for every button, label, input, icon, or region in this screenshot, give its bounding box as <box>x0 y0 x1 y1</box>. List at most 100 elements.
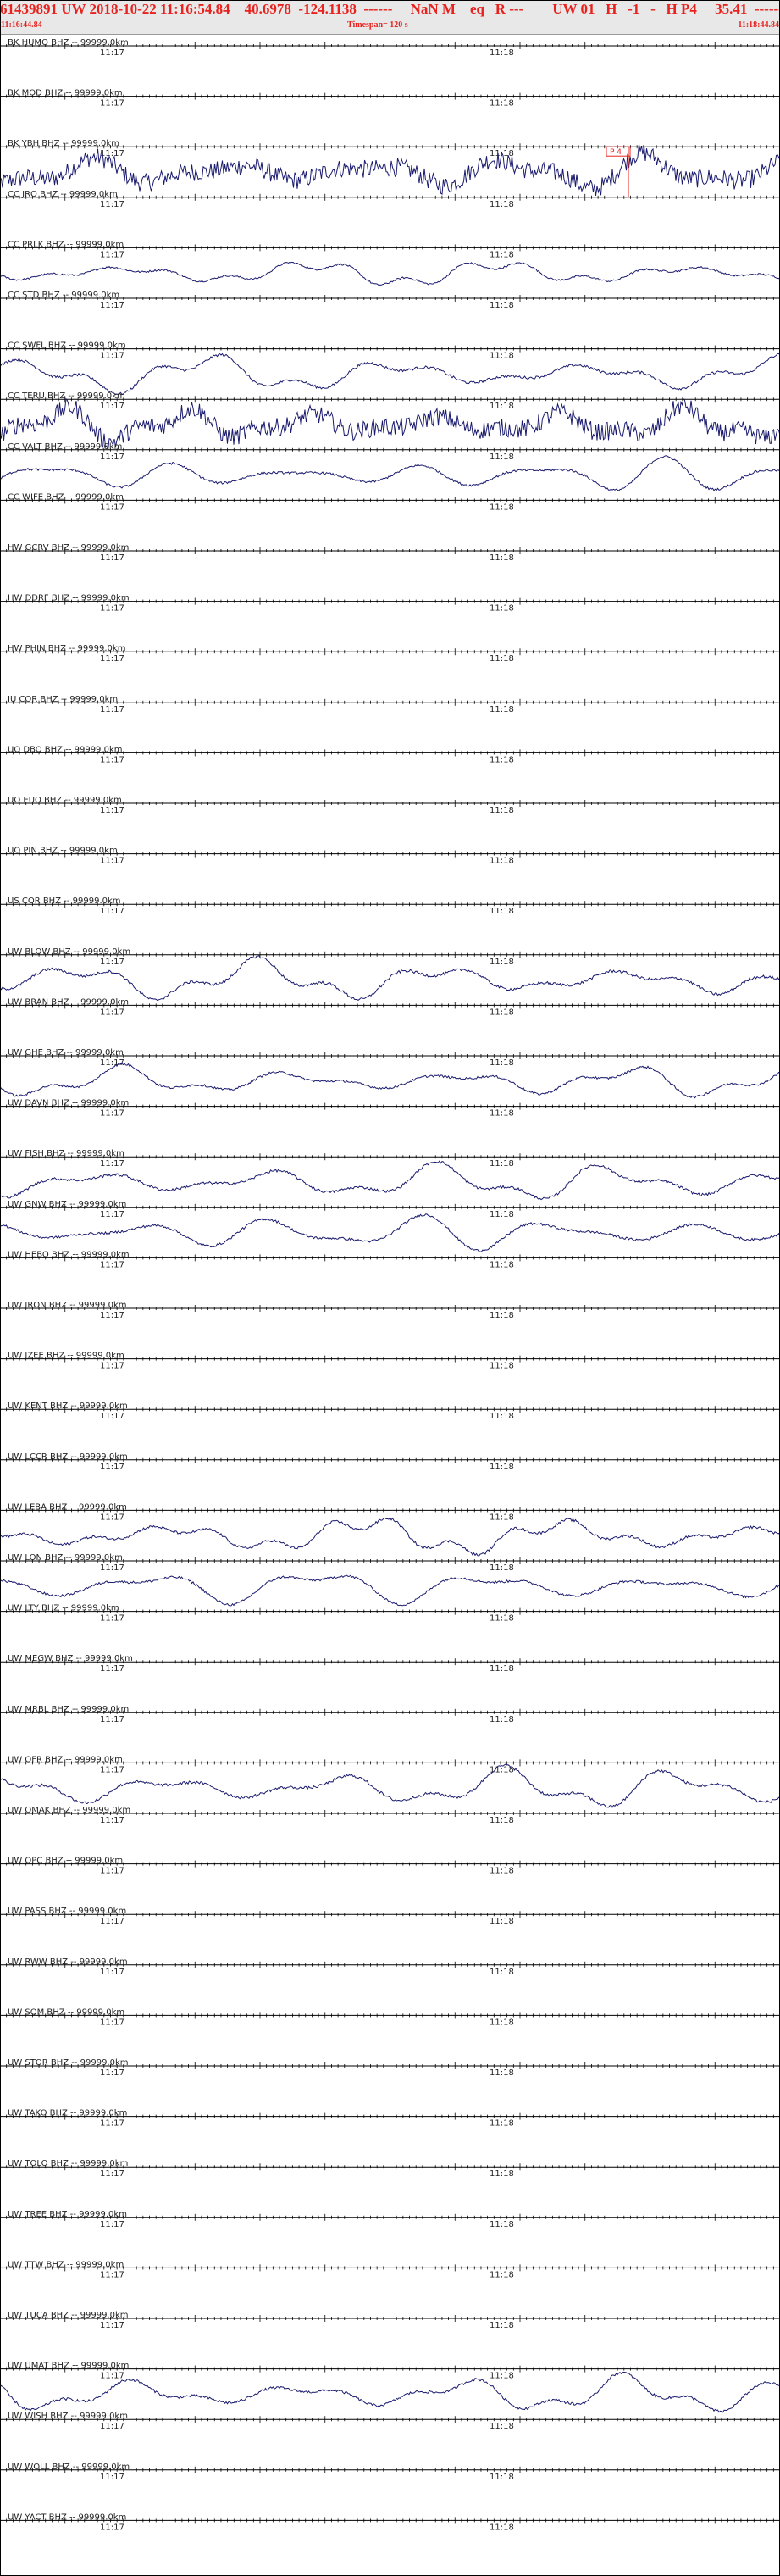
channel-label: UW GNW BHZ -- 99999.0km <box>8 1200 126 1209</box>
tick-label-11-17: 11:17 <box>100 1210 124 1219</box>
channel-label: UW MEGW BHZ -- 99999.0km <box>8 1654 133 1663</box>
channel-label: BK HUMO BHZ -- 99999.0km <box>8 38 129 47</box>
event-title: 61439891 UW 2018-10-22 11:16:54.84 40.69… <box>0 1 780 17</box>
tick-label-11-17: 11:17 <box>100 200 124 209</box>
channel-label: UW LEBA BHZ -- 99999.0km <box>8 1502 127 1512</box>
channel-label: CC JRO BHZ -- 99999.0km <box>8 190 118 199</box>
tick-label-11-18: 11:18 <box>490 1210 514 1219</box>
tick-label-11-17: 11:17 <box>100 301 124 310</box>
tick-label-11-17: 11:17 <box>100 1968 124 1977</box>
tick-label-11-18: 11:18 <box>490 1664 514 1674</box>
tick-label-11-18: 11:18 <box>490 553 514 563</box>
tick-label-11-18: 11:18 <box>490 1109 514 1119</box>
tick-label-11-17: 11:17 <box>100 1109 124 1119</box>
channel-label: UO EUO BHZ -- 99999.0km <box>8 796 122 805</box>
tick-label-11-18: 11:18 <box>490 1816 514 1825</box>
tick-label-11-17: 11:17 <box>100 99 124 108</box>
tick-label-11-17: 11:17 <box>100 1058 124 1068</box>
tick-label-11-17: 11:17 <box>100 1362 124 1371</box>
channel-label: UO PIN BHZ -- 99999.0km <box>8 847 118 856</box>
channel-label: UW FISH BHZ -- 99999.0km <box>8 1149 124 1158</box>
tick-label-11-17: 11:17 <box>100 1008 124 1017</box>
waveform-trace <box>0 1063 780 1099</box>
channel-label: CC SWFL BHZ -- 99999.0km <box>8 341 126 351</box>
waveform-trace <box>0 261 780 286</box>
channel-label: UW OMAK BHZ -- 99999.0km <box>8 1806 130 1815</box>
tick-label-11-17: 11:17 <box>100 604 124 613</box>
waveform-trace <box>0 1516 780 1557</box>
tick-label-11-18: 11:18 <box>490 99 514 108</box>
tick-label-11-17: 11:17 <box>100 1664 124 1674</box>
time-start-label: 11:16:44.84 <box>1 20 42 30</box>
tick-label-11-18: 11:18 <box>490 604 514 613</box>
tick-label-11-17: 11:17 <box>100 1513 124 1522</box>
channel-label: HW GCRV BHZ -- 99999.0km <box>8 543 129 552</box>
channel-label: CC VALT BHZ -- 99999.0km <box>8 442 122 452</box>
channel-label: UW IRON BHZ -- 99999.0km <box>8 1301 127 1310</box>
tick-label-11-17: 11:17 <box>100 705 124 714</box>
p-pick-label: P 4 <box>610 148 622 157</box>
tick-label-11-18: 11:18 <box>490 1311 514 1320</box>
tick-label-11-18: 11:18 <box>490 1008 514 1017</box>
channel-label: UW MRBL BHZ -- 99999.0km <box>8 1705 129 1714</box>
channel-label: HW DDRF BHZ -- 99999.0km <box>8 594 130 603</box>
channel-label: UW KENT BHZ -- 99999.0km <box>8 1402 128 1411</box>
channel-label: UW BRAN BHZ -- 99999.0km <box>8 997 129 1007</box>
waveform-trace <box>0 1574 780 1607</box>
tick-label-11-17: 11:17 <box>100 755 124 764</box>
tick-label-11-18: 11:18 <box>490 1867 514 1876</box>
tick-label-11-18: 11:18 <box>490 452 514 462</box>
tick-label-11-18: 11:18 <box>490 806 514 815</box>
tick-label-11-17: 11:17 <box>100 502 124 512</box>
tick-label-11-17: 11:17 <box>100 654 124 663</box>
tick-label-11-18: 11:18 <box>490 250 514 259</box>
tick-label-11-17: 11:17 <box>100 1715 124 1724</box>
tick-label-11-18: 11:18 <box>490 1968 514 1977</box>
channel-label: US COR BHZ -- 99999.0km <box>8 897 121 906</box>
channel-label: UW LTY BHZ -- 99999.0km <box>8 1604 119 1613</box>
tick-label-11-17: 11:17 <box>100 48 124 58</box>
tick-label-11-18: 11:18 <box>490 1159 514 1169</box>
tick-label-11-17: 11:17 <box>100 1159 124 1169</box>
channel-label: UO DBO BHZ -- 99999.0km <box>8 745 123 754</box>
tick-label-11-18: 11:18 <box>490 1614 514 1624</box>
header-bar: 61439891 UW 2018-10-22 11:16:54.84 40.69… <box>0 0 780 35</box>
tick-label-11-18: 11:18 <box>490 1715 514 1724</box>
tick-label-11-18: 11:18 <box>490 1260 514 1269</box>
tick-label-11-18: 11:18 <box>490 958 514 967</box>
tick-label-11-17: 11:17 <box>100 452 124 462</box>
tick-label-11-17: 11:17 <box>100 1463 124 1472</box>
channel-label: UW OPC BHZ -- 99999.0km <box>8 1857 123 1866</box>
tick-label-11-18: 11:18 <box>490 352 514 361</box>
tick-label-11-17: 11:17 <box>100 806 124 815</box>
channel-label: UW HEBO BHZ -- 99999.0km <box>8 1250 130 1259</box>
tick-label-11-18: 11:18 <box>490 1412 514 1421</box>
tick-label-11-17: 11:17 <box>100 1867 124 1876</box>
tick-label-11-18: 11:18 <box>490 755 514 764</box>
tick-label-11-18: 11:18 <box>490 1362 514 1371</box>
tick-label-11-18: 11:18 <box>490 402 514 411</box>
time-end-label: 11:18:44.84 <box>738 20 779 30</box>
tick-label-11-17: 11:17 <box>100 1260 124 1269</box>
tick-label-11-17: 11:17 <box>100 402 124 411</box>
tick-label-11-18: 11:18 <box>490 1513 514 1522</box>
tick-label-11-18: 11:18 <box>490 654 514 663</box>
channel-label: HW PHIN BHZ -- 99999.0km <box>8 644 125 653</box>
channel-label: UW GHE BHZ -- 99999.0km <box>8 1048 124 1058</box>
tick-label-11-18: 11:18 <box>490 48 514 58</box>
tick-label-11-17: 11:17 <box>100 1311 124 1320</box>
waveform-trace <box>0 1213 780 1252</box>
channel-label: UW DAVN BHZ -- 99999.0km <box>8 1099 129 1108</box>
tick-label-11-17: 11:17 <box>100 352 124 361</box>
tick-label-11-17: 11:17 <box>100 1563 124 1573</box>
channel-label: BK YBH BHZ -- 99999.0km <box>8 139 119 148</box>
tick-label-11-18: 11:18 <box>490 1917 514 1926</box>
channel-label: UW PASS BHZ -- 99999.0km <box>8 1907 126 1916</box>
channel-label: UW RWW BHZ -- 99999.0km <box>8 1957 128 1967</box>
tick-label-11-17: 11:17 <box>100 958 124 967</box>
tick-label-11-17: 11:17 <box>100 1816 124 1825</box>
channel-label: CC PRLK BHZ -- 99999.0km <box>8 240 124 249</box>
tick-label-11-18: 11:18 <box>490 1463 514 1472</box>
tick-label-11-18: 11:18 <box>490 1058 514 1068</box>
channel-label: BK MOD BHZ -- 99999.0km <box>8 89 123 98</box>
